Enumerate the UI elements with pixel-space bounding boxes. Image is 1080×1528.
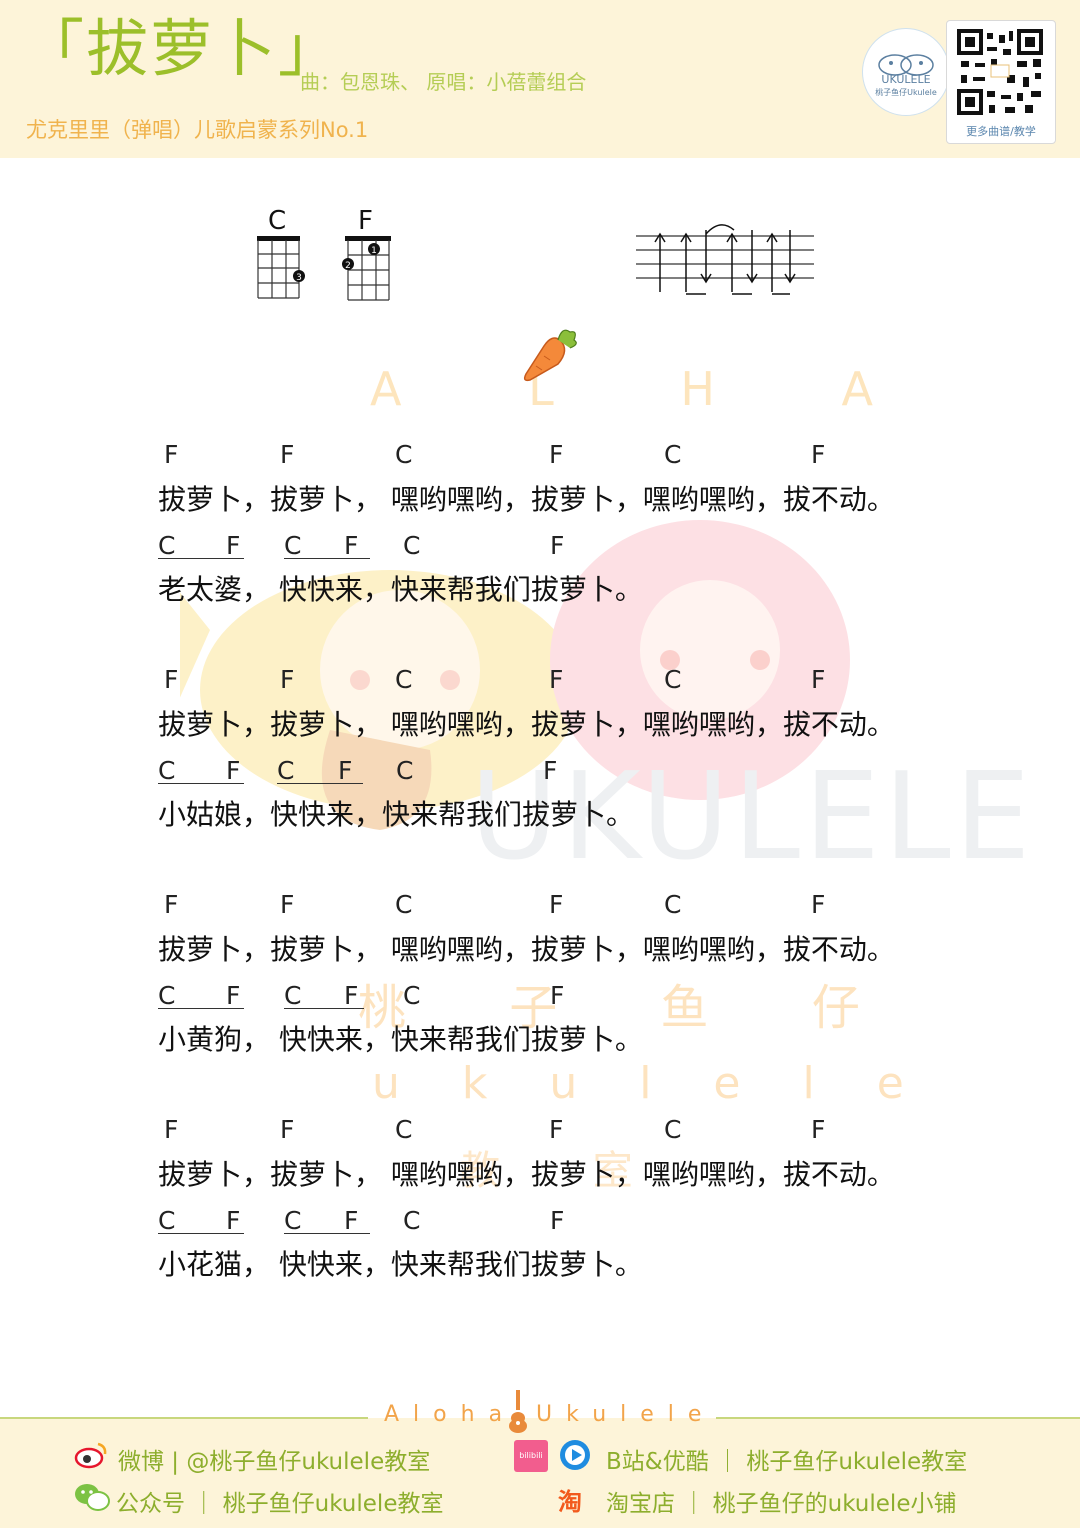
qr-caption: 更多曲谱/教学 — [966, 125, 1036, 138]
chord-c: C — [277, 756, 295, 785]
chord-symbol: F — [164, 440, 179, 469]
chord-symbol: C — [396, 756, 414, 785]
wechat-link[interactable]: 公众号 ｜ 桃子鱼仔ukulele教室 — [116, 1484, 443, 1518]
brand-logo: UKULELE 桃子鱼仔Ukulele — [862, 28, 950, 116]
taobao-icon[interactable]: 淘 — [558, 1482, 582, 1517]
aloha-word: Aloha — [384, 1402, 517, 1427]
chord-symbol: C — [664, 1115, 682, 1144]
bilibili-youku-link[interactable]: B站&优酷 ｜ 桃子鱼仔ukulele教室 — [606, 1442, 967, 1476]
chord-c: C — [158, 756, 176, 785]
svg-text:UKULELE: UKULELE — [881, 73, 930, 86]
chord-symbol: F — [164, 1115, 179, 1144]
chord-c: C — [284, 531, 302, 560]
lyric-line: 拔萝卜，拔萝卜， 嘿哟嘿哟，拔萝卜，嘿哟嘿哟，拔不动。 — [158, 933, 895, 966]
footer-divider-right — [716, 1417, 1080, 1419]
weibo-icon[interactable] — [74, 1440, 108, 1470]
chord-symbol: F — [344, 1206, 359, 1235]
chord-symbol: F — [549, 440, 564, 469]
chord-symbol: C — [403, 531, 421, 560]
finger-number: 2 — [345, 261, 351, 271]
chord-symbol: F — [280, 1115, 295, 1144]
chord-symbol: F — [811, 440, 826, 469]
chord-symbol: F — [344, 531, 359, 560]
qr-code-icon — [957, 29, 1043, 115]
ukulele-word: Ukulele — [536, 1402, 716, 1427]
chord-symbol: F — [811, 1115, 826, 1144]
chord-symbol: F — [550, 981, 565, 1010]
chord-diagram-f: 2 1 — [342, 236, 391, 301]
lyric-line: 拔萝卜，拔萝卜， 嘿哟嘿哟，拔萝卜，嘿哟嘿哟，拔不动。 — [158, 1158, 895, 1191]
bilibili-icon[interactable]: bilibili — [514, 1440, 548, 1472]
chord-symbol: F — [280, 440, 295, 469]
lyric-line: 拔萝卜，拔萝卜， 嘿哟嘿哟，拔萝卜，嘿哟嘿哟，拔不动。 — [158, 708, 895, 741]
footer-aloha-text: Aloha Ukulele — [384, 1402, 715, 1427]
weibo-link[interactable]: 微博 | @桃子鱼仔ukulele教室 — [118, 1442, 430, 1476]
fish-logo-icon: UKULELE — [878, 54, 934, 86]
song-title: 「拔萝卜」 — [22, 12, 343, 85]
chord-symbol: F — [811, 890, 826, 919]
song-credits: 曲：包恩珠、 原唱：小蓓蕾组合 — [300, 70, 587, 94]
chord-symbol: F — [550, 531, 565, 560]
header-banner: 「拔萝卜」 曲：包恩珠、 原唱：小蓓蕾组合 尤克里里（弹唱）儿歌启蒙系列No.1… — [0, 0, 1080, 158]
chord-symbol: F — [226, 531, 241, 560]
chord-symbol: C — [395, 890, 413, 919]
chord-symbol: C — [664, 440, 682, 469]
ukulele-icon — [509, 1390, 527, 1433]
chord-c: C — [284, 1206, 302, 1235]
chord-symbol: C — [395, 440, 413, 469]
chord-symbol: F — [338, 756, 353, 785]
chord-symbol: F — [164, 665, 179, 694]
chord-symbol: C — [664, 665, 682, 694]
lyric-line: 小黄狗， 快快来，快来帮我们拔萝卜。 — [158, 1023, 643, 1056]
chord-symbol: C — [395, 1115, 413, 1144]
chord-symbol: F — [549, 665, 564, 694]
chord-diagram-c: 3 — [257, 236, 305, 299]
carrot-icon — [523, 329, 577, 382]
qr-code[interactable]: 更多曲谱/教学 — [946, 20, 1056, 144]
chord-symbol: C — [403, 981, 421, 1010]
taobao-link[interactable]: 淘宝店 ｜ 桃子鱼仔的ukulele小铺 — [606, 1484, 956, 1518]
chord-symbol: F — [226, 981, 241, 1010]
finger-number: 1 — [371, 246, 377, 256]
chord-symbol: F — [164, 890, 179, 919]
chord-symbol: F — [549, 890, 564, 919]
finger-number: 3 — [296, 273, 302, 283]
brand-watermark-en: u k u l e l e — [372, 1058, 928, 1109]
chord-c: C — [158, 981, 176, 1010]
chord-symbol: C — [403, 1206, 421, 1235]
chord-c: C — [158, 531, 176, 560]
wechat-icon[interactable] — [74, 1482, 110, 1512]
chord-symbol: F — [280, 890, 295, 919]
chord-symbol: F — [550, 1206, 565, 1235]
chord-symbol: F — [344, 981, 359, 1010]
logo-caption: 桃子鱼仔Ukulele — [875, 88, 937, 97]
chord-c: C — [284, 981, 302, 1010]
chord-symbol: C — [664, 890, 682, 919]
chord-symbol: F — [549, 1115, 564, 1144]
chord-symbol: C — [395, 665, 413, 694]
chord-symbol: F — [543, 756, 558, 785]
footer-divider-left — [0, 1417, 368, 1419]
lyric-line: 小花猫， 快快来，快来帮我们拔萝卜。 — [158, 1248, 643, 1281]
series-subtitle: 尤克里里（弹唱）儿歌启蒙系列No.1 — [26, 118, 369, 142]
lyric-line: 小姑娘，快快来，快来帮我们拔萝卜。 — [158, 798, 635, 831]
chord-symbol: F — [226, 1206, 241, 1235]
youku-icon[interactable] — [558, 1438, 592, 1472]
chord-symbol: F — [811, 665, 826, 694]
strum-pattern — [636, 224, 814, 295]
chord-symbol: F — [280, 665, 295, 694]
chord-symbol: F — [226, 756, 241, 785]
aloha-watermark: A L H A — [370, 362, 930, 416]
lyric-line: 拔萝卜，拔萝卜， 嘿哟嘿哟，拔萝卜，嘿哟嘿哟，拔不动。 — [158, 483, 895, 516]
lyric-line: 老太婆， 快快来，快来帮我们拔萝卜。 — [158, 573, 643, 606]
chord-c: C — [158, 1206, 176, 1235]
